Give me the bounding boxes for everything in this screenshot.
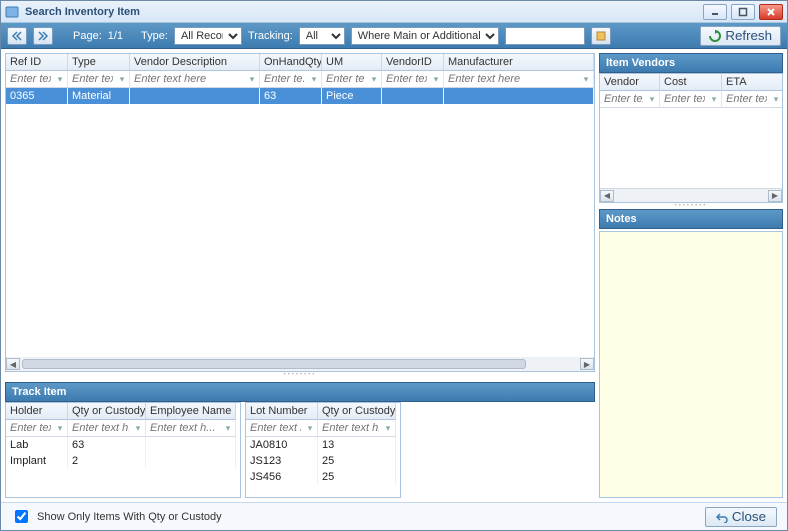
column-header[interactable]: OnHandQty — [260, 54, 322, 71]
track-right-grid: Lot NumberQty or Custody ▾ ▾ JA081013JS12… — [245, 402, 401, 498]
item-vendors-header: Item Vendors — [599, 53, 783, 73]
track-item-header: Track Item — [5, 382, 595, 402]
column-header[interactable]: Vendor Description — [130, 54, 260, 71]
filter-input[interactable] — [261, 72, 308, 86]
filter-input[interactable] — [7, 72, 54, 86]
filter-input[interactable] — [723, 92, 770, 106]
vendor-clause-select[interactable]: Where Main or Additional Vendor is — [351, 27, 499, 45]
column-header[interactable]: Employee Name — [146, 403, 236, 420]
page-label: Page: — [73, 30, 102, 42]
filter-input[interactable] — [445, 72, 580, 86]
column-header[interactable]: Cost — [660, 74, 722, 91]
scroll-right-icon[interactable]: ▶ — [580, 358, 594, 370]
filter-input[interactable] — [69, 72, 116, 86]
left-column: Ref IDTypeVendor DescriptionOnHandQtyUMV… — [5, 53, 595, 498]
filter-funnel-icon[interactable]: ▾ — [54, 74, 66, 85]
filter-input[interactable] — [247, 421, 304, 435]
filter-funnel-icon[interactable]: ▾ — [308, 74, 320, 85]
main-grid-hscroll[interactable]: ◀ ▶ — [6, 357, 594, 371]
table-row[interactable]: JS12325 — [246, 453, 400, 469]
filter-funnel-icon[interactable]: ▾ — [646, 94, 658, 105]
filter-funnel-icon[interactable]: ▾ — [54, 423, 66, 434]
filter-funnel-icon[interactable]: ▾ — [246, 74, 258, 85]
column-header[interactable]: Vendor — [600, 74, 660, 91]
next-page-button[interactable] — [33, 27, 53, 45]
filter-input[interactable] — [601, 92, 646, 106]
column-header[interactable]: Ref ID — [6, 54, 68, 71]
filter-funnel-icon[interactable]: ▾ — [770, 94, 782, 105]
filter-funnel-icon[interactable]: ▾ — [304, 423, 316, 434]
vendor-lookup-button[interactable] — [591, 27, 611, 45]
type-select[interactable]: All Records — [174, 27, 242, 45]
filter-input[interactable] — [319, 421, 382, 435]
type-label: Type: — [141, 30, 168, 42]
scroll-left-icon[interactable]: ◀ — [6, 358, 20, 370]
filter-funnel-icon[interactable]: ▾ — [368, 74, 380, 85]
table-row[interactable]: Implant2 — [6, 453, 240, 469]
body: Ref IDTypeVendor DescriptionOnHandQtyUMV… — [1, 49, 787, 502]
column-header[interactable]: Qty or Custody — [68, 403, 146, 420]
filter-funnel-icon[interactable]: ▾ — [382, 423, 394, 434]
maximize-button[interactable] — [731, 4, 755, 20]
notes-header: Notes — [599, 209, 783, 229]
window-title: Search Inventory Item — [25, 6, 703, 18]
filter-funnel-icon[interactable]: ▾ — [708, 94, 720, 105]
column-header[interactable]: Lot Number — [246, 403, 318, 420]
table-row[interactable]: JA081013 — [246, 437, 400, 453]
minimize-button[interactable] — [703, 4, 727, 20]
filter-funnel-icon[interactable]: ▾ — [132, 423, 144, 434]
main-grid-body[interactable]: 0365Material63Piece — [6, 88, 594, 357]
column-header[interactable]: ETA — [722, 74, 783, 91]
undo-close-icon — [716, 511, 728, 523]
table-row[interactable]: Lab63 — [6, 437, 240, 453]
window-buttons — [703, 4, 783, 20]
item-vendors-hscroll[interactable]: ◀▶ — [600, 188, 782, 202]
toolbar: Page: 1/1 Type: All Records Tracking: Al… — [1, 23, 787, 49]
filter-input[interactable] — [661, 92, 708, 106]
close-button[interactable]: Close — [705, 507, 777, 527]
column-header[interactable]: Type — [68, 54, 130, 71]
column-header[interactable]: UM — [322, 54, 382, 71]
filter-input[interactable] — [383, 72, 430, 86]
right-column: Item Vendors VendorCostETA ▾▾▾ ◀▶ ••••••… — [599, 53, 783, 498]
column-header[interactable]: Manufacturer — [444, 54, 594, 71]
refresh-icon — [709, 30, 721, 42]
page-value: 1/1 — [108, 30, 123, 42]
table-row[interactable]: 0365Material63Piece — [6, 88, 594, 104]
tracking-label: Tracking: — [248, 30, 293, 42]
show-only-qty-checkbox[interactable]: Show Only Items With Qty or Custody — [11, 507, 222, 526]
search-inventory-window: Search Inventory Item Page: 1/1 Type: Al… — [0, 0, 788, 531]
main-grid-header: Ref IDTypeVendor DescriptionOnHandQtyUMV… — [6, 54, 594, 71]
splitter-horizontal[interactable]: •••••••• — [5, 372, 595, 378]
filter-funnel-icon[interactable]: ▾ — [116, 74, 128, 85]
filter-input[interactable] — [7, 421, 54, 435]
prev-page-button[interactable] — [7, 27, 27, 45]
titlebar: Search Inventory Item — [1, 1, 787, 23]
notes-textarea[interactable] — [599, 231, 783, 498]
column-header[interactable]: Qty or Custody — [318, 403, 396, 420]
vendor-value-input[interactable] — [505, 27, 585, 45]
main-grid-filter-row: ▾ ▾ ▾ ▾ ▾ ▾ ▾ — [6, 71, 594, 88]
filter-input[interactable] — [69, 421, 132, 435]
close-window-button[interactable] — [759, 4, 783, 20]
filter-input[interactable] — [147, 421, 222, 435]
table-row[interactable]: JS45625 — [246, 469, 400, 485]
filter-input[interactable] — [131, 72, 246, 86]
main-grid: Ref IDTypeVendor DescriptionOnHandQtyUMV… — [5, 53, 595, 372]
filter-funnel-icon[interactable]: ▾ — [580, 74, 592, 85]
track-item-panel: Track Item HolderQty or CustodyEmployee … — [5, 382, 595, 498]
column-header[interactable]: VendorID — [382, 54, 444, 71]
column-header[interactable]: Holder — [6, 403, 68, 420]
filter-funnel-icon[interactable]: ▾ — [222, 423, 234, 434]
tracking-select[interactable]: All — [299, 27, 345, 45]
filter-input[interactable] — [323, 72, 368, 86]
footer: Show Only Items With Qty or Custody Clos… — [1, 502, 787, 530]
item-vendors-grid: VendorCostETA ▾ ▾ ▾ ◀▶ — [599, 73, 783, 203]
track-left-grid: HolderQty or CustodyEmployee Name ▾ ▾ ▾ La… — [5, 402, 241, 498]
refresh-button[interactable]: Refresh — [700, 26, 781, 46]
app-icon — [5, 5, 19, 19]
filter-funnel-icon[interactable]: ▾ — [430, 74, 442, 85]
